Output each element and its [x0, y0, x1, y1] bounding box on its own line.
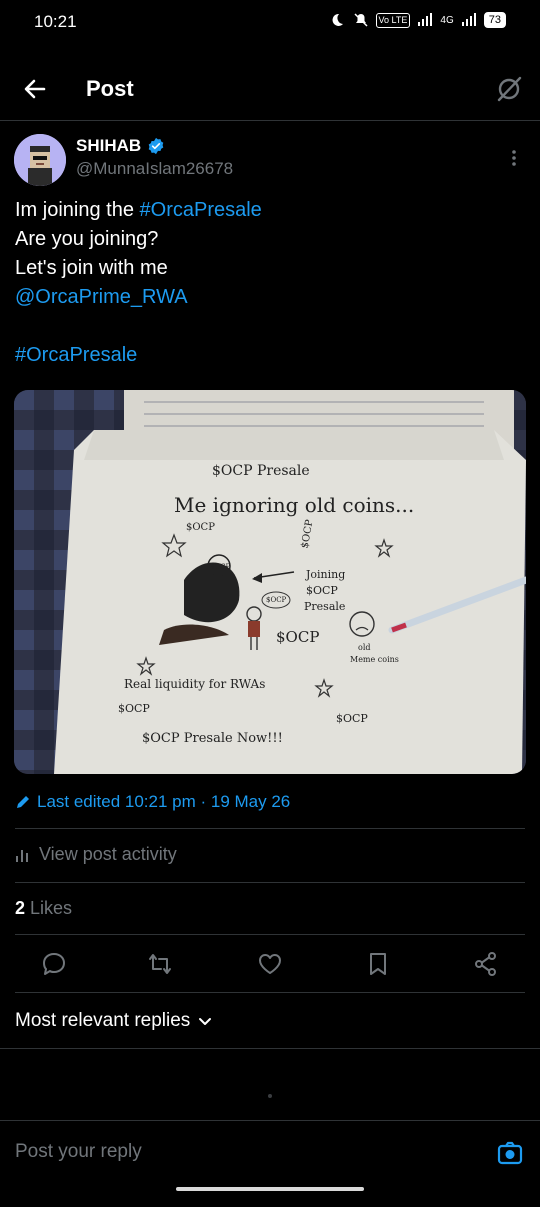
grok-icon[interactable] — [494, 74, 524, 104]
page-title: Post — [86, 76, 134, 101]
post-text-line: Im joining the #OrcaPresale — [15, 196, 262, 225]
drawing-real: Real liquidity for RWAs — [124, 677, 265, 691]
drawing-coin-label: $OCP — [210, 563, 231, 571]
likes-label: Likes — [25, 898, 73, 918]
moon-icon — [332, 13, 343, 26]
top-app-bar: Post — [0, 60, 540, 121]
battery-indicator: 73 — [483, 12, 506, 28]
likes-count[interactable]: 2 Likes — [15, 898, 72, 919]
post-text-line: @OrcaPrime_RWA — [15, 283, 262, 312]
replies-sort-label: Most relevant replies — [15, 1010, 191, 1031]
signal-icon — [418, 13, 433, 26]
drawing-joining-2: $OCP — [306, 584, 338, 597]
network-type: 4G — [440, 14, 454, 26]
likes-number: 2 — [15, 898, 26, 918]
post-text-line — [15, 312, 262, 341]
status-time: 10:21 — [34, 12, 77, 31]
view-activity-label: View post activity — [39, 844, 177, 864]
view-activity-link[interactable]: View post activity — [15, 844, 177, 865]
drawing-bottom-left: $OCP — [118, 702, 150, 715]
status-icons: Vo LTE 4G 73 — [328, 12, 506, 28]
drawing-joining-3: Presale — [304, 600, 345, 613]
mention-link[interactable]: @OrcaPrime_RWA — [15, 286, 188, 308]
text-segment: Let's join with me — [15, 257, 168, 279]
reply-composer: Post your reply — [0, 1120, 540, 1207]
edit-pencil-icon — [17, 796, 29, 808]
hashtag-link[interactable]: #OrcaPresale — [140, 199, 262, 221]
post-text: Im joining the #OrcaPresale Are you join… — [15, 196, 262, 370]
replies-sort-dropdown[interactable]: Most relevant replies — [15, 1010, 212, 1032]
drawing-mid-ocp: $OCP — [276, 628, 319, 646]
signal-icon-2 — [461, 13, 476, 26]
drawing-joining-1: Joining — [305, 568, 345, 581]
divider — [15, 828, 525, 829]
divider — [15, 992, 525, 993]
mute-icon — [354, 13, 368, 27]
text-segment: Are you joining? — [15, 228, 159, 250]
post-image[interactable]: $OCP Presale Me ignoring old coins... $O… — [14, 390, 526, 774]
drawing-old-1: old — [358, 643, 371, 652]
drawing-bottom: $OCP Presale Now!!! — [142, 731, 283, 746]
analytics-icon — [16, 849, 28, 862]
reply-icon[interactable] — [40, 950, 68, 978]
post-text-line: Are you joining? — [15, 225, 262, 254]
divider — [15, 882, 525, 883]
pixel-avatar-icon — [14, 134, 66, 186]
avatar[interactable] — [14, 134, 66, 186]
post-text-line: #OrcaPresale — [15, 341, 262, 370]
drawing-photo: $OCP Presale Me ignoring old coins... $O… — [14, 390, 526, 774]
drawing-title: $OCP Presale — [212, 463, 310, 479]
drawing-left-tag: $OCP — [186, 522, 215, 533]
author-row: SHIHAB — [76, 136, 165, 156]
drawing-bubble: $OCP — [266, 596, 287, 604]
author-handle[interactable]: @MunnaIslam26678 — [76, 159, 233, 179]
back-arrow-icon[interactable] — [20, 74, 50, 104]
author-name[interactable]: SHIHAB — [76, 136, 141, 156]
last-edited[interactable]: Last edited 10:21 pm · 19 May 26 — [15, 792, 290, 812]
text-segment: Im joining the — [15, 199, 140, 221]
bookmark-icon[interactable] — [364, 950, 392, 978]
status-bar: 10:21 Vo LTE 4G 73 — [0, 0, 540, 50]
home-indicator — [176, 1187, 364, 1191]
loading-dot — [268, 1094, 272, 1098]
drawing-headline: Me ignoring old coins... — [174, 493, 414, 517]
chevron-down-icon — [199, 1018, 212, 1025]
verified-badge-icon — [148, 137, 164, 155]
post-text-line: Let's join with me — [15, 254, 262, 283]
like-heart-icon[interactable] — [256, 950, 284, 978]
drawing-bottom-right: $OCP — [336, 712, 368, 725]
camera-icon[interactable] — [496, 1139, 524, 1167]
hashtag-link[interactable]: #OrcaPresale — [15, 344, 137, 366]
drawing-old-2: Meme coins — [350, 655, 399, 664]
repost-icon[interactable] — [146, 950, 174, 978]
more-options-icon[interactable] — [504, 148, 524, 168]
volte-badge: Vo LTE — [375, 12, 411, 28]
divider — [15, 934, 525, 935]
divider — [0, 1048, 540, 1049]
last-edited-text: Last edited 10:21 pm · 19 May 26 — [37, 792, 291, 811]
share-icon[interactable] — [472, 950, 500, 978]
reply-input[interactable]: Post your reply — [15, 1141, 142, 1163]
action-bar — [0, 946, 540, 982]
